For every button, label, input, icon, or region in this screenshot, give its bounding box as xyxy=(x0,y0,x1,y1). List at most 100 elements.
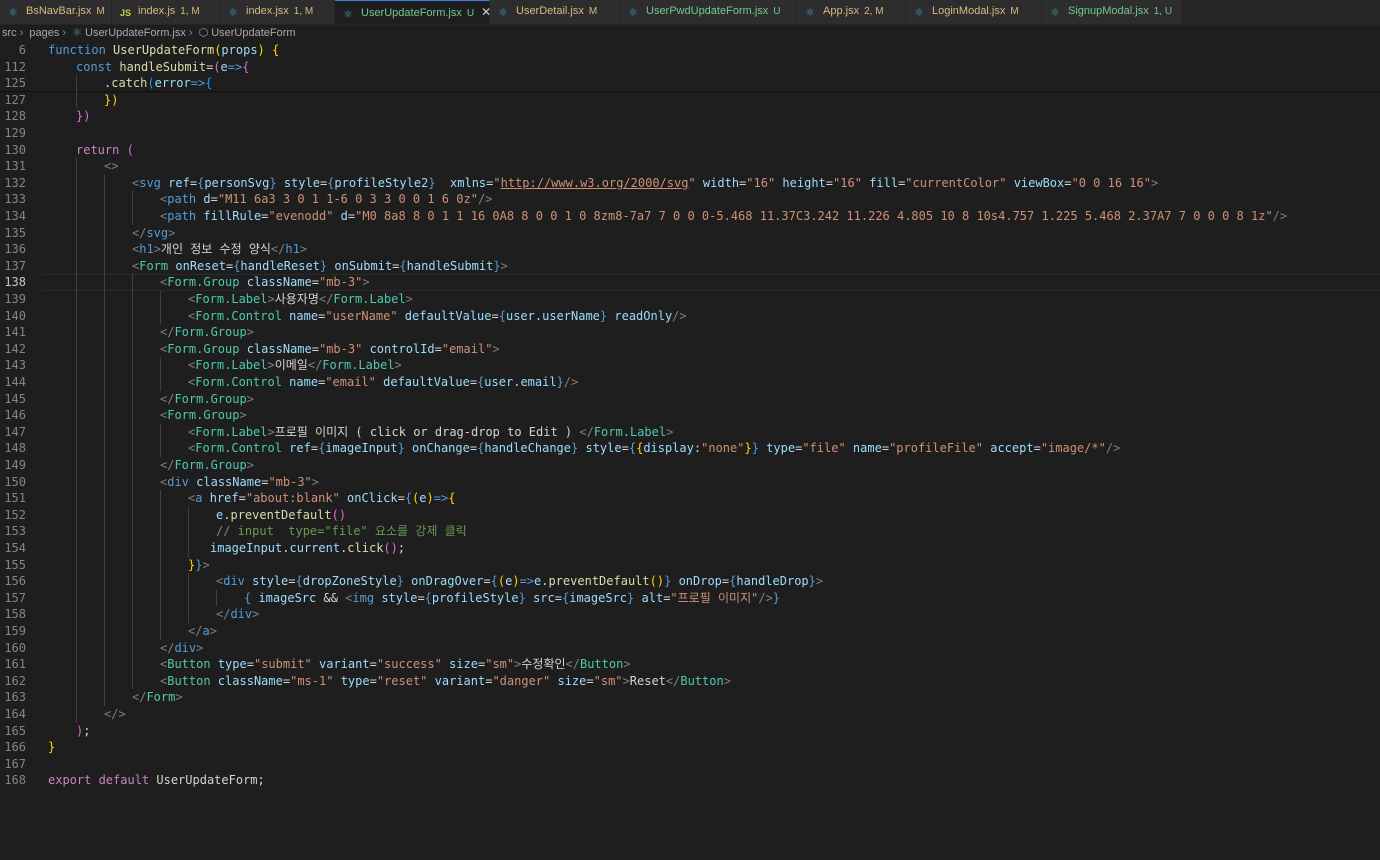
line-number: 151 xyxy=(4,491,26,506)
code-line[interactable]: 161 <Button type="submit" variant="succes… xyxy=(0,656,1380,673)
code-line[interactable]: 166} xyxy=(0,739,1380,756)
code-line[interactable]: 148 <Form.Control ref={imageInput} onChan… xyxy=(0,440,1380,457)
tab-userpwdupdateform-jsx[interactable]: ⚛ UserPwdUpdateForm.jsx U xyxy=(620,0,797,24)
code-line[interactable]: 132 <svg ref={personSvg} style={profileSt… xyxy=(0,174,1380,192)
line-number: 145 xyxy=(4,391,26,406)
breadcrumb-symbol[interactable]: UserUpdateForm xyxy=(211,27,295,39)
tab-userdetail-jsx[interactable]: ⚛ UserDetail.jsx M xyxy=(490,0,620,24)
tab-index-jsx[interactable]: ⚛ index.jsx 1, M xyxy=(220,0,335,24)
code-line[interactable]: 152 e.preventDefault() xyxy=(0,506,1380,524)
code-text: </svg> xyxy=(132,225,176,240)
indent-guide xyxy=(76,689,77,706)
tab-label: UserDetail.jsx xyxy=(516,5,584,17)
tab-signupmodal-jsx[interactable]: ⚛ SignupModal.jsx 1, U xyxy=(1042,0,1182,24)
indent-guide xyxy=(160,490,161,507)
line-number: 125 xyxy=(4,76,26,91)
indent-guide xyxy=(160,623,161,640)
line-number: 133 xyxy=(4,192,26,207)
code-line[interactable]: 125 .catch(error=>{ xyxy=(0,75,1380,92)
indent-guide xyxy=(76,224,77,242)
indent-guide xyxy=(132,656,133,673)
code-text: <path d="M11 6a3 3 0 1 1-6 0 3 3 0 0 1 6… xyxy=(160,192,493,207)
code-line[interactable]: 157 { imageSrc && <img style={profileStyl… xyxy=(0,589,1380,607)
indent-guide xyxy=(160,523,161,540)
code-line[interactable]: 156 <div style={dropZoneStyle} onDragOver… xyxy=(0,573,1380,590)
line-number: 129 xyxy=(4,126,26,140)
code-line[interactable]: 130 return ( xyxy=(0,142,1380,159)
code-line[interactable]: 134 <path fillRule="evenodd" d="M0 8a8 8 … xyxy=(0,208,1380,225)
breadcrumb-src[interactable]: src xyxy=(2,27,17,39)
code-line[interactable]: 151 <a href="about:blank" onClick={(e)=>{ xyxy=(0,490,1380,507)
code-line[interactable]: 147 <Form.Label>프로필 이미지 ( click or drag-d… xyxy=(0,423,1380,441)
code-line[interactable]: 149 </Form.Group> xyxy=(0,457,1380,474)
javascript-file-icon: JS xyxy=(120,8,132,18)
code-editor[interactable]: 6 function UserUpdateForm(props) {112 cons… xyxy=(0,42,1380,860)
line-number: 147 xyxy=(4,424,26,439)
tab-git-status: 1, U xyxy=(1153,6,1173,17)
code-line[interactable]: 128}) xyxy=(0,108,1380,125)
indent-guide xyxy=(104,556,105,574)
chevron-right-icon: › xyxy=(62,27,67,39)
code-line[interactable]: 133 <path d="M11 6a3 3 0 1 1-6 0 3 3 0 0 … xyxy=(0,191,1380,208)
code-text: <Form.Control name="email" defaultValue=… xyxy=(188,375,579,389)
code-line[interactable]: 138 <Form.Group className="mb-3"> xyxy=(0,274,1380,291)
tab-bsnavbar-jsx[interactable]: ⚛ BsNavBar.jsx M xyxy=(0,0,112,24)
code-line[interactable]: 136 <h1>개인 정보 수정 양식</h1> xyxy=(0,241,1380,258)
indent-guide xyxy=(104,241,105,258)
chevron-right-icon: › xyxy=(188,27,193,39)
code-line[interactable]: 163 </Form> xyxy=(0,689,1380,706)
line-number: 168 xyxy=(4,773,26,788)
code-line[interactable]: 139 <Form.Label>사용자명</Form.Label> xyxy=(0,291,1380,308)
line-number: 127 xyxy=(4,92,26,107)
code-text: <Form.Group> xyxy=(160,408,247,423)
code-line[interactable]: 143 <Form.Label>이메일</Form.Label> xyxy=(0,357,1380,374)
code-line[interactable]: 129 xyxy=(0,125,1380,142)
code-line[interactable]: 167 xyxy=(0,756,1380,773)
line-number: 163 xyxy=(4,690,26,705)
indent-guide xyxy=(160,357,161,374)
code-text: <Form.Control name="userName" defaultVal… xyxy=(188,308,687,323)
code-line[interactable]: 154 imageInput.current.click(); xyxy=(0,540,1380,557)
code-line[interactable]: 127}) xyxy=(0,91,1380,109)
code-text: </div> xyxy=(216,607,260,622)
tab-loginmodal-jsx[interactable]: ⚛ LoginModal.jsx M xyxy=(906,0,1042,24)
code-line[interactable]: 131 <> xyxy=(0,158,1380,175)
code-line[interactable]: 159 </a> xyxy=(0,623,1380,640)
code-line[interactable]: 137 <Form onReset={handleReset} onSubmit=… xyxy=(0,257,1380,275)
line-number: 160 xyxy=(4,640,26,655)
code-line[interactable]: 150 <div className="mb-3"> xyxy=(0,473,1380,491)
tab-app-jsx[interactable]: ⚛ App.jsx 2, M xyxy=(797,0,906,24)
line-number: 136 xyxy=(4,242,26,257)
code-line[interactable]: 145 </Form.Group> xyxy=(0,390,1380,408)
breadcrumb-pages[interactable]: pages xyxy=(29,27,59,39)
code-line[interactable]: 155}}> xyxy=(0,556,1380,574)
code-line[interactable]: 162 <Button className="ms-1" type="reset"… xyxy=(0,672,1380,690)
code-text: <h1>개인 정보 수정 양식</h1> xyxy=(132,242,308,257)
code-line[interactable]: 140 <Form.Control name="userName" default… xyxy=(0,307,1380,325)
indent-guide xyxy=(160,440,161,457)
code-line[interactable]: 146 <Form.Group> xyxy=(0,407,1380,424)
code-line[interactable]: 142 <Form.Group className="mb-3" controlI… xyxy=(0,340,1380,358)
code-line[interactable]: 164 </> xyxy=(0,706,1380,723)
code-line[interactable]: 153 // input type="file" 요소를 강제 클릭 xyxy=(0,523,1380,540)
code-text: imageInput.current.click(); xyxy=(210,541,406,555)
indent-guide xyxy=(76,706,77,723)
code-text: // input type="file" 요소를 강제 클릭 xyxy=(216,524,467,539)
code-line[interactable]: 144 <Form.Control name="email" defaultVal… xyxy=(0,374,1380,391)
code-text: <Form.Label>사용자명</Form.Label> xyxy=(188,292,413,306)
code-line[interactable]: 135 </svg> xyxy=(0,224,1380,242)
line-number: 137 xyxy=(4,258,26,273)
code-line[interactable]: 141 </Form.Group> xyxy=(0,324,1380,341)
code-line[interactable]: 168 export default UserUpdateForm; xyxy=(0,772,1380,789)
line-number: 157 xyxy=(4,590,26,605)
tab-userupdateform-jsx[interactable]: ⚛ UserUpdateForm.jsx U ✕ xyxy=(335,0,491,24)
code-line[interactable]: 158 </div> xyxy=(0,606,1380,623)
code-line[interactable]: 160 </div> xyxy=(0,639,1380,657)
chevron-right-icon: › xyxy=(19,27,24,39)
breadcrumb-file[interactable]: UserUpdateForm.jsx xyxy=(85,27,186,39)
tab-index-js[interactable]: JS index.js 1, M xyxy=(112,0,220,24)
code-line[interactable]: 112 const handleSubmit=(e=>{ xyxy=(0,59,1380,76)
code-line[interactable]: 165); xyxy=(0,723,1380,740)
indent-guide xyxy=(104,440,105,457)
code-line[interactable]: 6 function UserUpdateForm(props) { xyxy=(0,42,1380,59)
